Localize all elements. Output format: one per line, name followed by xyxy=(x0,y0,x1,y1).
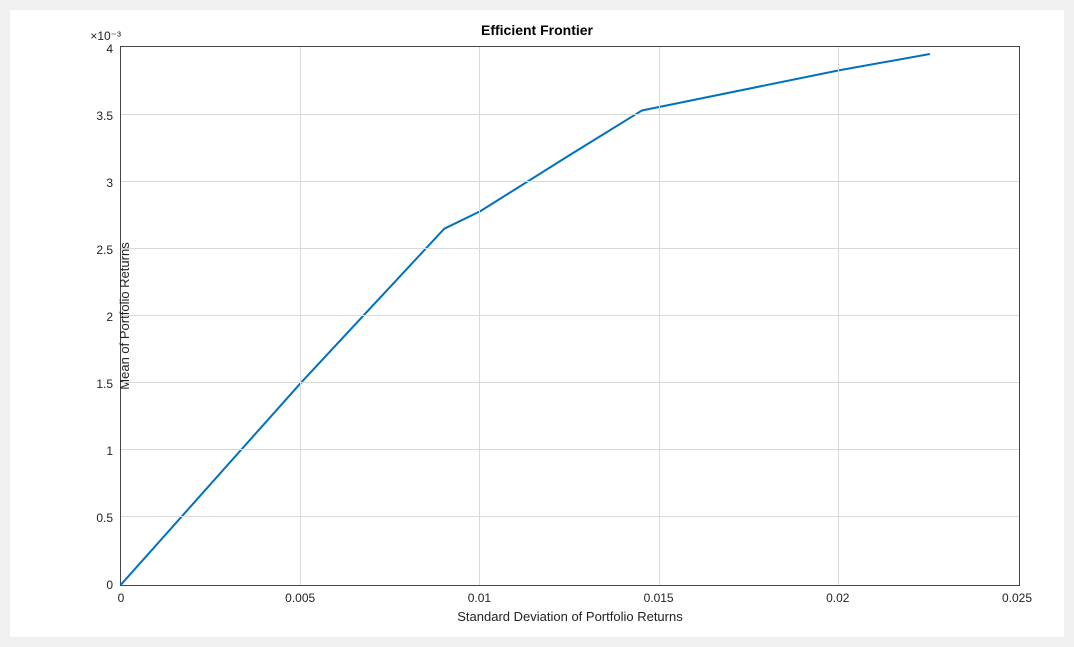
y-tick-label: 2.5 xyxy=(96,243,121,257)
axes: ×10⁻³ Standard Deviation of Portfolio Re… xyxy=(120,46,1020,586)
x-tick-label: 0.015 xyxy=(644,585,674,605)
efficient-frontier-line xyxy=(121,54,929,584)
x-tick-label: 0.02 xyxy=(826,585,849,605)
y-tick-label: 2 xyxy=(106,310,121,324)
gridline-horizontal xyxy=(121,114,1019,115)
gridline-vertical xyxy=(300,47,301,585)
line-series xyxy=(121,47,1019,585)
chart-title: Efficient Frontier xyxy=(10,22,1064,38)
y-tick-label: 3.5 xyxy=(96,109,121,123)
figure-canvas: Efficient Frontier ×10⁻³ Standard Deviat… xyxy=(10,10,1064,637)
gridline-vertical xyxy=(659,47,660,585)
y-tick-label: 0.5 xyxy=(96,511,121,525)
gridline-horizontal xyxy=(121,382,1019,383)
x-axis-label: Standard Deviation of Portfolio Returns xyxy=(121,609,1019,624)
y-tick-label: 0 xyxy=(106,578,121,592)
x-tick-label: 0.005 xyxy=(285,585,315,605)
x-tick-label: 0.01 xyxy=(468,585,491,605)
gridline-horizontal xyxy=(121,449,1019,450)
gridline-horizontal xyxy=(121,315,1019,316)
x-tick-label: 0.025 xyxy=(1002,585,1032,605)
gridline-vertical xyxy=(838,47,839,585)
y-tick-label: 3 xyxy=(106,176,121,190)
gridline-horizontal xyxy=(121,248,1019,249)
figure-window: Efficient Frontier ×10⁻³ Standard Deviat… xyxy=(0,0,1074,647)
gridline-vertical xyxy=(479,47,480,585)
y-axis-exponent: ×10⁻³ xyxy=(90,29,121,43)
gridline-horizontal xyxy=(121,516,1019,517)
y-tick-label: 1 xyxy=(106,444,121,458)
y-tick-label: 4 xyxy=(106,42,121,56)
y-tick-label: 1.5 xyxy=(96,377,121,391)
gridline-horizontal xyxy=(121,181,1019,182)
